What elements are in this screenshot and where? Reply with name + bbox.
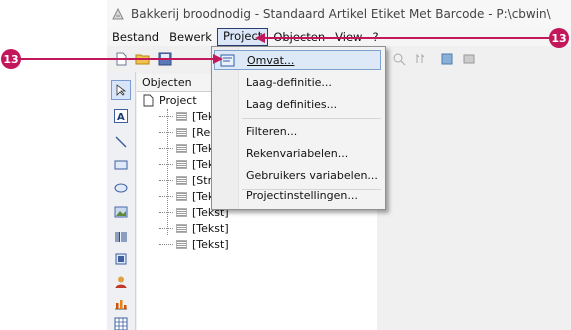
menu-item-rekenvariabelen[interactable]: Rekenvariabelen...: [214, 143, 381, 163]
menu-item-label: Laag definities...: [246, 97, 338, 111]
settings-icon[interactable]: [461, 51, 477, 67]
menu-item-laag-definities[interactable]: Laag definities...: [214, 94, 381, 114]
text-object-icon: [176, 176, 187, 185]
menu-item-filteren[interactable]: Filteren...: [214, 121, 381, 141]
text-object-icon: [176, 240, 187, 249]
menu-item-label: Projectinstellingen...: [246, 188, 358, 202]
menu-item-gebruikers-variabelen[interactable]: Gebruikers variabelen...: [214, 165, 381, 185]
text-object-icon: [176, 208, 187, 217]
menu-item-projectinstellingen[interactable]: Projectinstellingen...: [214, 185, 381, 205]
text-object-icon: [176, 112, 187, 121]
text-tool-icon[interactable]: A: [113, 108, 129, 124]
zoom-icon[interactable]: [391, 51, 407, 67]
callout-badge-left: 13: [1, 49, 21, 69]
pointer-icon[interactable]: [111, 80, 131, 100]
menu-item-label: Filteren...: [246, 124, 298, 138]
tree-node[interactable]: [Tekst]: [159, 222, 229, 235]
menu-item-label: Omvat...: [247, 53, 295, 67]
callout-line-right: [262, 37, 552, 39]
layer-icon[interactable]: [439, 51, 455, 67]
window-title: Bakkerij broodnodig - Standaard Artikel …: [131, 7, 551, 21]
callout-line-left: [18, 58, 216, 60]
callout-badge-right: 13: [549, 28, 569, 48]
text-object-icon: [176, 144, 187, 153]
shape-tool-icon[interactable]: [113, 251, 129, 267]
title-bar: Bakkerij broodnodig - Standaard Artikel …: [107, 0, 571, 28]
tree-node-label: [Tekst]: [192, 238, 229, 251]
rectangle-tool-icon[interactable]: [113, 157, 129, 173]
text-object-icon: [176, 192, 187, 201]
menu-item-omvat[interactable]: Omvat...: [214, 50, 381, 70]
tree-root-label: Project: [159, 94, 197, 107]
app-icon: [112, 7, 124, 20]
menu-bestand[interactable]: Bestand: [107, 29, 164, 45]
document-icon: [143, 94, 154, 107]
text-object-icon: [176, 160, 187, 169]
callout-arrow-left: [213, 54, 223, 64]
user-icon[interactable]: [113, 274, 129, 290]
image-tool-icon[interactable]: [113, 204, 129, 220]
menu-item-label: Gebruikers variabelen...: [246, 168, 378, 182]
number-icon[interactable]: [413, 51, 429, 67]
menu-separator: [242, 118, 381, 119]
svg-text:A: A: [117, 112, 125, 123]
text-object-icon: [176, 128, 187, 137]
menu-item-label: Rekenvariabelen...: [246, 146, 349, 160]
project-menu-dropdown: Omvat... Laag-definitie... Laag definiti…: [211, 46, 386, 210]
app-window: Bakkerij broodnodig - Standaard Artikel …: [107, 0, 571, 330]
ellipse-tool-icon[interactable]: [113, 180, 129, 196]
tree-root-project[interactable]: Project: [143, 94, 197, 107]
menu-bewerk[interactable]: Bewerk: [164, 29, 217, 45]
tree-node[interactable]: [Tekst]: [159, 238, 229, 251]
table-icon[interactable]: [113, 316, 129, 330]
callout-arrow-right: [255, 33, 265, 43]
menu-item-label: Laag-definitie...: [246, 75, 332, 89]
tree-node-label: [Tekst]: [192, 222, 229, 235]
chart-icon[interactable]: [113, 295, 129, 311]
line-tool-icon[interactable]: [113, 134, 129, 150]
menu-item-laag-definitie[interactable]: Laag-definitie...: [214, 72, 381, 92]
text-object-icon: [176, 224, 187, 233]
barcode-tool-icon[interactable]: [113, 229, 129, 245]
tool-palette: A: [107, 72, 136, 330]
